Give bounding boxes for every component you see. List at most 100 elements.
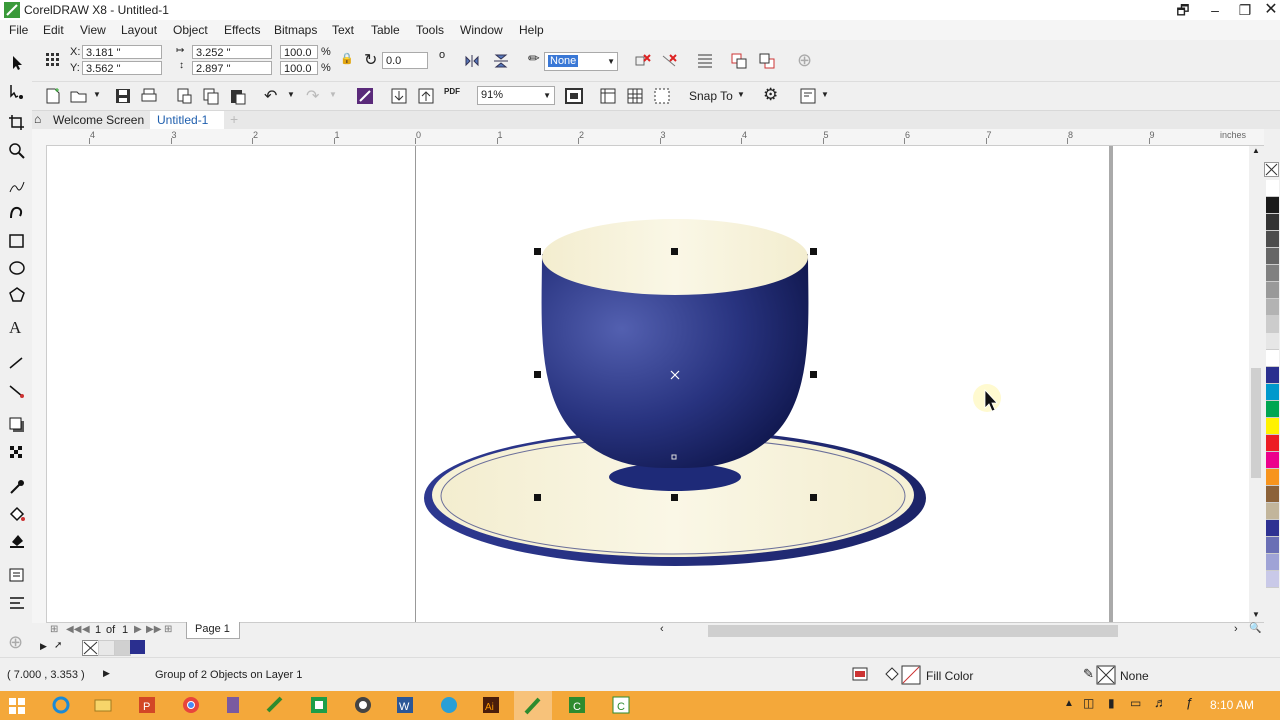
to-front-icon[interactable] — [730, 52, 748, 70]
no-color-swatch[interactable] — [1264, 162, 1279, 177]
parallel-dimension-tool-icon[interactable] — [8, 354, 26, 372]
menu-tools[interactable]: Tools — [416, 23, 444, 37]
file-explorer-icon[interactable] — [92, 695, 114, 715]
redo-dropdown-chevron-icon[interactable]: ▼ — [329, 90, 337, 99]
chrome-icon[interactable] — [180, 695, 202, 715]
add-preset-icon[interactable]: ⊕ — [797, 50, 812, 71]
tray-pen-icon[interactable]: ƒ — [1186, 695, 1193, 710]
ruler-origin[interactable] — [32, 129, 46, 145]
export-pdf-label[interactable]: PDF — [444, 87, 460, 96]
doc-palette-eyedropper-icon[interactable]: ➚ — [54, 640, 62, 651]
color-proofing-icon[interactable] — [852, 667, 868, 681]
palette-swatch[interactable] — [1266, 248, 1279, 265]
show-rulers-icon[interactable] — [599, 87, 617, 105]
tab-welcome-screen[interactable]: Welcome Screen — [53, 113, 144, 127]
menu-layout[interactable]: Layout — [121, 23, 157, 37]
menu-effects[interactable]: Effects — [224, 23, 260, 37]
scroll-up-icon[interactable]: ▲ — [1252, 146, 1260, 155]
zoom-tool-icon[interactable] — [8, 142, 26, 160]
import-icon[interactable] — [390, 87, 408, 105]
snap-to-chevron-down-icon[interactable]: ▼ — [737, 90, 745, 99]
restore-small-icon[interactable]: 🗗 — [1168, 0, 1198, 20]
scroll-down-icon[interactable]: ▼ — [1252, 610, 1260, 619]
launcher-chevron-down-icon[interactable]: ▼ — [821, 90, 829, 99]
fill-color-indicator-icon[interactable] — [884, 665, 922, 685]
menu-edit[interactable]: Edit — [43, 23, 64, 37]
search-content-icon[interactable] — [356, 87, 374, 105]
horizontal-ruler[interactable]: 4 3 2 1 0 1 2 3 4 5 6 7 8 9 inches — [46, 129, 1264, 146]
menu-help[interactable]: Help — [519, 23, 544, 37]
palette-swatch[interactable] — [1266, 418, 1279, 435]
scroll-right-icon[interactable]: › — [1234, 623, 1238, 635]
menu-file[interactable]: File — [9, 23, 28, 37]
doc-swatch-light[interactable] — [98, 640, 115, 656]
palette-swatch[interactable] — [1266, 571, 1279, 588]
tray-battery-icon[interactable]: ▮ — [1108, 696, 1115, 710]
palette-swatch[interactable] — [1266, 554, 1279, 571]
palette-swatch[interactable] — [1266, 197, 1279, 214]
last-page-icon[interactable]: ▶▶ — [146, 624, 161, 635]
options-gear-icon[interactable]: ⚙ — [763, 85, 778, 105]
pick-tool-icon[interactable] — [8, 54, 26, 72]
height-field[interactable]: 2.897 " — [192, 61, 272, 75]
palette-swatch[interactable] — [1266, 316, 1279, 333]
lock-ratio-icon[interactable]: 🔒 — [340, 52, 354, 65]
vertical-scroll-thumb[interactable] — [1251, 368, 1261, 478]
full-screen-preview-icon[interactable] — [565, 87, 583, 105]
excel-style-icon[interactable] — [308, 695, 330, 715]
rectangle-tool-icon[interactable] — [8, 232, 26, 250]
palette-swatch[interactable] — [1266, 401, 1279, 418]
palette-swatch[interactable] — [1266, 350, 1279, 367]
palette-swatch[interactable] — [1266, 367, 1279, 384]
print-icon[interactable] — [140, 87, 158, 105]
palette-swatch[interactable] — [1266, 469, 1279, 486]
rotation-field[interactable]: 0.0 — [382, 52, 428, 69]
tray-monitor-icon[interactable]: ▭ — [1130, 696, 1141, 710]
illustrator-icon[interactable]: Ai — [480, 695, 502, 715]
copy-icon[interactable] — [202, 87, 220, 105]
menu-text[interactable]: Text — [332, 23, 354, 37]
menu-view[interactable]: View — [80, 23, 106, 37]
page-tab[interactable]: Page 1 — [186, 622, 240, 639]
word-icon[interactable]: W — [394, 695, 416, 715]
drop-shadow-tool-icon[interactable] — [8, 416, 26, 434]
palette-swatch[interactable] — [1266, 520, 1279, 537]
paste-icon[interactable] — [229, 87, 247, 105]
powerpoint-icon[interactable]: P — [136, 695, 158, 715]
doc-swatch-gray[interactable] — [114, 640, 131, 656]
palette-swatch[interactable] — [1266, 333, 1279, 350]
width-field[interactable]: 3.252 " — [192, 45, 272, 59]
polygon-tool-icon[interactable] — [8, 286, 26, 304]
status-expand-icon[interactable]: ▶ — [103, 668, 110, 679]
application-launcher-icon[interactable] — [799, 87, 817, 105]
menu-table[interactable]: Table — [371, 23, 400, 37]
connector-tool-icon[interactable] — [8, 382, 26, 400]
break-outline-icon[interactable] — [660, 53, 678, 69]
outline-width-select[interactable]: None ▼ — [544, 52, 618, 71]
show-guidelines-icon[interactable] — [653, 87, 671, 105]
break-apart-icon[interactable] — [634, 53, 652, 69]
menu-window[interactable]: Window — [460, 23, 503, 37]
scroll-left-icon[interactable]: ‹ — [660, 623, 664, 635]
to-back-icon[interactable] — [758, 52, 776, 70]
mirror-horizontal-icon[interactable] — [464, 53, 482, 69]
horizontal-scroll-thumb[interactable] — [708, 625, 1118, 637]
new-document-icon[interactable] — [44, 87, 62, 105]
object-origin-icon[interactable] — [46, 53, 60, 67]
vertical-scrollbar[interactable]: ▲ ▼ — [1249, 146, 1263, 623]
export-icon[interactable] — [417, 87, 435, 105]
redo-icon[interactable]: ↷ — [306, 86, 319, 106]
undo-icon[interactable]: ↶ — [264, 86, 277, 106]
corel-capture-icon[interactable]: C — [610, 695, 632, 715]
object-properties-icon[interactable] — [8, 566, 26, 584]
zoom-level-select[interactable]: 91% ▼ — [477, 86, 555, 105]
doc-swatch-blue[interactable] — [130, 640, 145, 654]
palette-swatch[interactable] — [1266, 265, 1279, 282]
palette-swatch[interactable] — [1266, 231, 1279, 248]
transparency-tool-icon[interactable] — [8, 444, 26, 462]
open-folder-icon[interactable] — [70, 87, 88, 105]
next-page-icon[interactable]: ▶ — [134, 624, 142, 635]
smart-fill-tool-icon[interactable] — [8, 532, 26, 550]
palette-swatch[interactable] — [1266, 214, 1279, 231]
first-page-icon[interactable]: ◀◀ — [66, 624, 81, 635]
